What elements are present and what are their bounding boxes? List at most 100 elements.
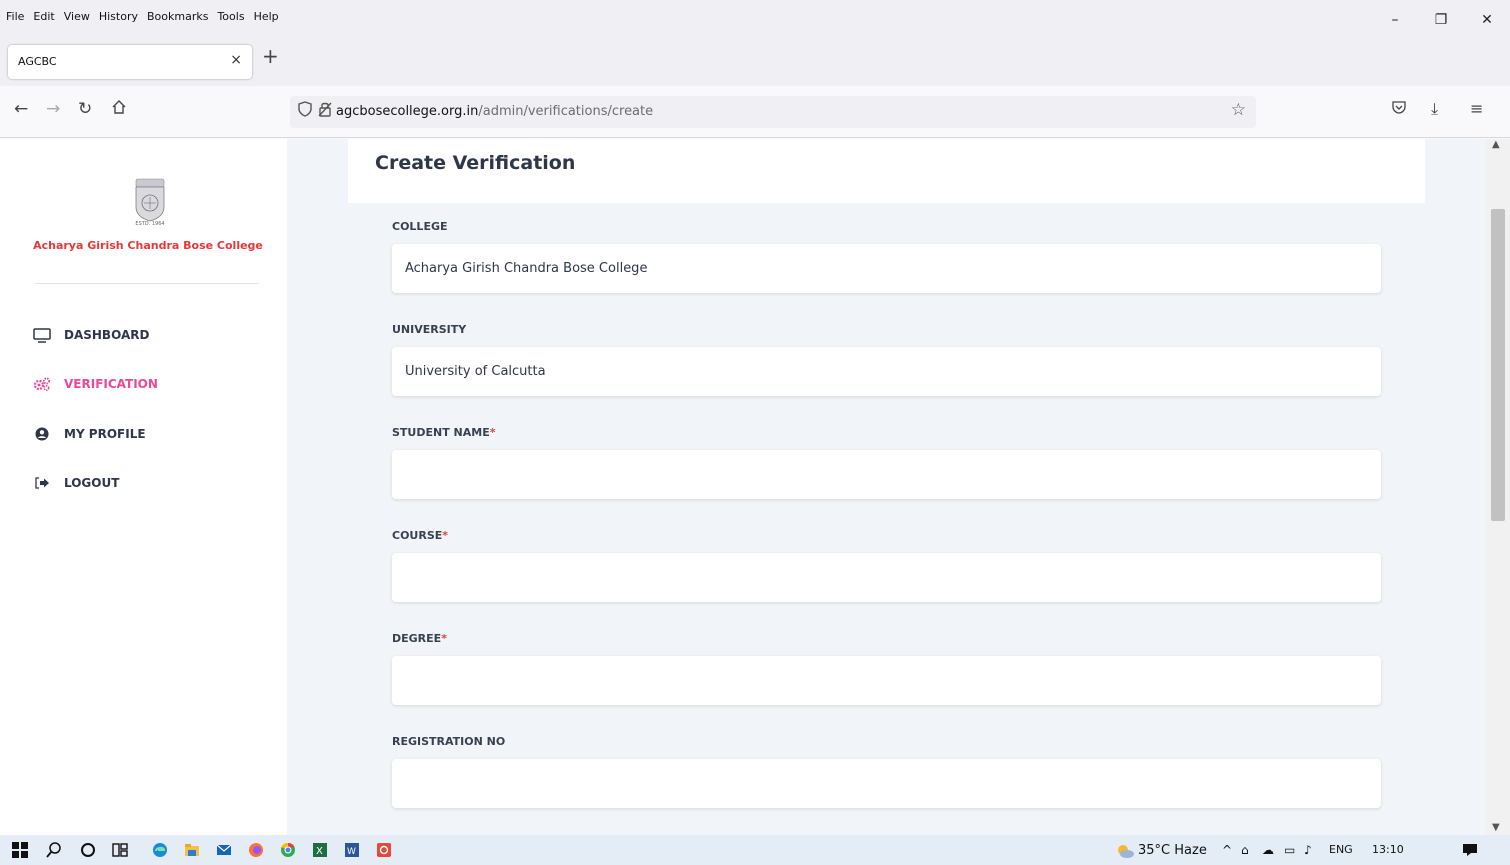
edge-browser-icon[interactable]: [150, 840, 170, 860]
weather-icon[interactable]: [1115, 841, 1135, 861]
cogs-icon: [32, 376, 52, 392]
reload-icon[interactable]: ↻: [78, 99, 92, 119]
sidebar-item-label: MY PROFILE: [64, 427, 146, 441]
student-name-field[interactable]: [392, 450, 1381, 499]
scroll-thumb[interactable]: [1491, 209, 1505, 521]
registration-no-field[interactable]: [392, 759, 1381, 808]
menu-help[interactable]: Help: [254, 10, 279, 23]
download-icon[interactable]: ⤓: [1431, 99, 1438, 119]
url-path: /admin/verifications/create: [478, 104, 654, 119]
pocket-icon[interactable]: [1391, 99, 1407, 119]
clock[interactable]: 13:10: [1372, 843, 1404, 856]
url-text: agcbosecollege.org.in/admin/verification…: [336, 104, 653, 119]
tab-title: AGCBC: [18, 55, 57, 68]
file-explorer-icon[interactable]: [182, 840, 202, 860]
scroll-down-arrow-icon[interactable]: ▼: [1492, 822, 1500, 833]
user-circle-icon: [32, 426, 52, 442]
college-name: Acharya Girish Chandra Bose College: [33, 239, 263, 252]
menu-view[interactable]: View: [64, 10, 90, 23]
college-field[interactable]: [392, 244, 1381, 293]
required-marker: *: [442, 529, 449, 542]
onedrive-cloud-icon[interactable]: ☁: [1262, 843, 1274, 857]
firefox-icon[interactable]: [246, 840, 266, 860]
search-icon[interactable]: [44, 840, 64, 860]
sidebar-item-label: DASHBOARD: [64, 328, 150, 342]
scroll-up-arrow-icon[interactable]: ▲: [1492, 139, 1500, 150]
sidebar-item-verification[interactable]: VERIFICATION: [32, 376, 158, 392]
new-tab-button[interactable]: +: [262, 44, 279, 68]
forward-arrow-icon[interactable]: →: [46, 99, 60, 119]
tab-close-button[interactable]: ×: [230, 52, 242, 68]
back-arrow-icon[interactable]: ←: [14, 99, 28, 119]
url-bar[interactable]: agcbosecollege.org.in/admin/verification…: [290, 96, 1256, 128]
sidebar-divider: [35, 283, 259, 284]
sidebar-item-my-profile[interactable]: MY PROFILE: [32, 426, 146, 442]
menu-history[interactable]: History: [99, 10, 138, 23]
svg-text:W: W: [347, 847, 356, 857]
university-field[interactable]: [392, 347, 1381, 396]
college-label-text: COLLEGE: [392, 220, 448, 233]
sidebar-item-label: LOGOUT: [64, 476, 120, 490]
form-header: Create Verification: [348, 139, 1425, 203]
registration-no-label-text: REGISTRATION NO: [392, 735, 506, 748]
app-red-icon[interactable]: [374, 840, 394, 860]
tracking-shield-icon[interactable]: [298, 101, 312, 121]
required-marker: *: [441, 632, 447, 645]
sidebar-item-label: VERIFICATION: [64, 377, 158, 391]
svg-text:X: X: [316, 846, 323, 857]
menu-bookmarks[interactable]: Bookmarks: [147, 10, 208, 23]
college-logo: ESTD. 1964: [133, 177, 167, 229]
window-controls: – ❐ ✕: [1372, 0, 1510, 36]
language-indicator[interactable]: ENG: [1329, 843, 1353, 856]
logo-estd-text: ESTD. 1964: [135, 221, 165, 227]
required-marker: *: [489, 426, 496, 439]
menu-tools[interactable]: Tools: [217, 10, 244, 23]
windows-start-icon[interactable]: [10, 840, 30, 860]
course-field[interactable]: [392, 553, 1381, 602]
menu-bar: File Edit View History Bookmarks Tools H…: [0, 0, 1510, 36]
college-label: COLLEGE: [392, 220, 448, 233]
word-icon[interactable]: W: [342, 840, 362, 860]
page-content: ESTD. 1964 Acharya Girish Chandra Bose C…: [0, 139, 1486, 835]
tab-strip: AGCBC × +: [0, 36, 1510, 86]
meet-icon[interactable]: ⌂: [1241, 843, 1249, 857]
university-label-text: UNIVERSITY: [392, 323, 467, 336]
menu-edit[interactable]: Edit: [33, 10, 54, 23]
network-icon[interactable]: ▭: [1284, 843, 1295, 857]
university-label: UNIVERSITY: [392, 323, 466, 336]
page-title: Create Verification: [375, 152, 576, 174]
menu-file[interactable]: File: [6, 10, 24, 23]
weather-text[interactable]: 35°C Haze: [1138, 843, 1207, 858]
close-window-button[interactable]: ✕: [1464, 0, 1510, 36]
tray-chevron-icon[interactable]: ^: [1222, 843, 1232, 857]
sidebar-item-logout[interactable]: LOGOUT: [32, 475, 119, 491]
sidebar: ESTD. 1964 Acharya Girish Chandra Bose C…: [0, 139, 287, 835]
sidebar-item-dashboard[interactable]: DASHBOARD: [32, 327, 149, 343]
insecure-lock-icon[interactable]: [318, 101, 332, 121]
minimize-button[interactable]: –: [1372, 0, 1418, 36]
volume-icon[interactable]: ♪: [1304, 843, 1312, 857]
sign-out-icon: [32, 475, 52, 491]
chrome-icon[interactable]: [278, 840, 298, 860]
browser-tab[interactable]: AGCBC ×: [8, 45, 252, 79]
task-view-icon[interactable]: [110, 840, 130, 860]
restore-button[interactable]: ❐: [1418, 0, 1464, 36]
page-scrollbar[interactable]: ▲ ▼: [1486, 139, 1510, 835]
monitor-icon: [32, 327, 52, 343]
hamburger-menu-icon[interactable]: ≡: [1470, 99, 1483, 118]
registration-no-label: REGISTRATION NO: [392, 735, 505, 748]
home-icon[interactable]: [111, 99, 127, 120]
degree-field[interactable]: [392, 656, 1381, 705]
excel-icon[interactable]: X: [310, 840, 330, 860]
url-host: agcbosecollege.org.in: [336, 104, 479, 119]
mail-icon[interactable]: [214, 840, 234, 860]
bookmark-star-icon[interactable]: ☆: [1231, 100, 1246, 120]
student-name-label: STUDENT NAME*: [392, 426, 496, 439]
notification-icon[interactable]: [1460, 840, 1480, 860]
degree-label: DEGREE*: [392, 632, 447, 645]
degree-label-text: DEGREE: [392, 632, 442, 645]
course-label-text: COURSE: [392, 529, 443, 542]
navigation-bar: ← → ↻ agcbosecollege.org.in/admin/verifi…: [0, 86, 1510, 138]
menu-items: File Edit View History Bookmarks Tools H…: [6, 10, 279, 23]
cortana-icon[interactable]: [78, 840, 98, 860]
